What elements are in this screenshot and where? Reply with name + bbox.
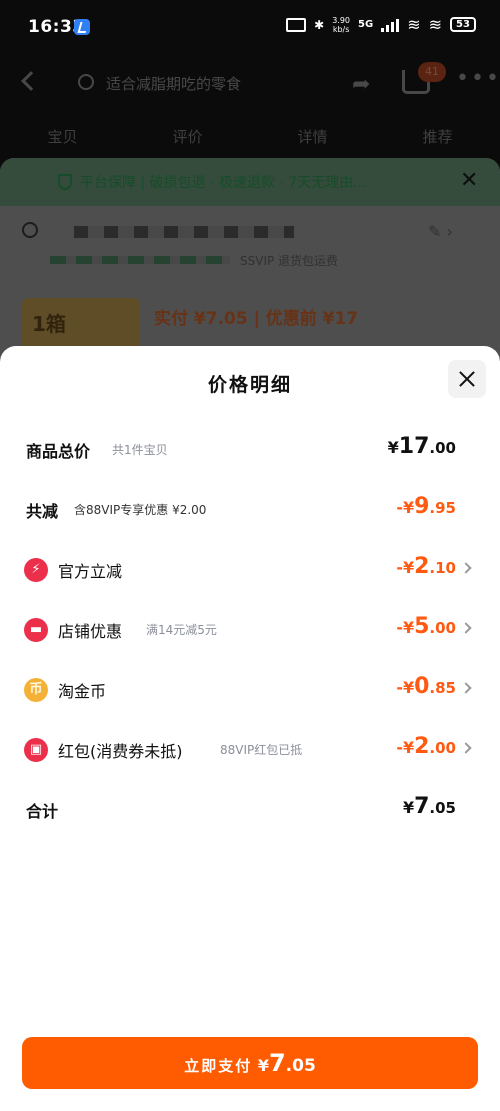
pay-currency: ¥ <box>257 1056 269 1075</box>
sheet-title: 价格明细 <box>207 374 292 396</box>
row-amount: -¥0.85 <box>396 674 456 699</box>
row-sub: 88VIP红包已抵 <box>220 743 303 757</box>
bluetooth-icon: ✱ <box>314 17 325 32</box>
coin-icon: 币 <box>24 678 48 702</box>
wifi-icon: ≋ <box>407 15 421 34</box>
row-red-packet[interactable]: ▣ 红包(消费券未抵) 88VIP红包已抵 -¥2.00 <box>0 730 500 770</box>
signal-icon <box>381 18 400 32</box>
row-amount: -¥2.00 <box>396 734 456 759</box>
shop-icon: ▬ <box>24 618 48 642</box>
pay-amount-int: 7 <box>268 1049 286 1077</box>
pay-amount-dec: .05 <box>285 1056 316 1076</box>
row-label: 淘金币 <box>58 682 107 701</box>
row-label: 商品总价 <box>26 442 91 461</box>
close-button[interactable] <box>448 360 486 398</box>
row-sub: 满14元减5元 <box>146 623 217 637</box>
chevron-right-icon <box>460 682 472 694</box>
row-amount: -¥9.95 <box>396 494 456 519</box>
row-label: 官方立减 <box>58 562 123 581</box>
status-bar: 16:33 ✱ 3.90 kb/s 5G ≋ ≋ 53 <box>0 0 500 56</box>
red-packet-icon: ▣ <box>24 738 48 762</box>
pay-button-label: 立即支付 <box>184 1057 253 1075</box>
row-sum: 合计 ¥7.05 <box>0 790 500 830</box>
overlay-dim[interactable] <box>0 56 500 356</box>
row-amount: ¥7.05 <box>402 794 456 819</box>
row-label: 红包(消费券未抵) <box>58 742 183 761</box>
row-coins[interactable]: 币 淘金币 -¥0.85 <box>0 670 500 710</box>
row-sub: 共1件宝贝 <box>112 443 168 457</box>
lightning-icon: ⚡ <box>24 558 48 582</box>
row-shop-discount[interactable]: ▬ 店铺优惠 满14元减5元 -¥5.00 <box>0 610 500 650</box>
chevron-right-icon <box>460 622 472 634</box>
row-label: 合计 <box>26 802 59 821</box>
network-type: 5G <box>358 19 374 30</box>
app-notification-icon <box>74 19 90 35</box>
price-detail-sheet: 价格明细 商品总价 共1件宝贝 ¥17.00 共减 含88VIP专享优惠 ¥2.… <box>0 346 500 1111</box>
chevron-right-icon <box>460 742 472 754</box>
row-official-discount[interactable]: ⚡ 官方立减 -¥2.10 <box>0 550 500 590</box>
row-item-total: 商品总价 共1件宝贝 ¥17.00 <box>0 430 500 470</box>
vibrate-icon <box>286 17 307 32</box>
row-sub: 含88VIP专享优惠 ¥2.00 <box>74 503 207 517</box>
row-amount: -¥5.00 <box>396 614 456 639</box>
row-amount: -¥2.10 <box>396 554 456 579</box>
net-speed: 3.90 kb/s <box>332 15 351 34</box>
row-total-discount: 共减 含88VIP专享优惠 ¥2.00 -¥9.95 <box>0 490 500 530</box>
chevron-right-icon <box>460 562 472 574</box>
row-label: 共减 <box>26 502 59 521</box>
row-amount: ¥17.00 <box>387 434 456 459</box>
battery-icon: 53 <box>450 17 476 32</box>
pay-now-button[interactable]: 立即支付 ¥7.05 <box>22 1037 478 1089</box>
status-icons: ✱ 3.90 kb/s 5G ≋ ≋ 53 <box>286 15 476 34</box>
wifi-icon-2: ≋ <box>428 15 442 34</box>
row-label: 店铺优惠 <box>58 622 123 641</box>
